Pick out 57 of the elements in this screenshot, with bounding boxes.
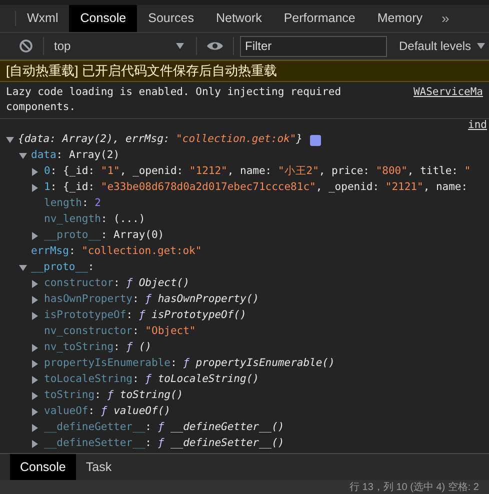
collapsed-triangle-icon[interactable]: [32, 312, 38, 320]
warning-message: [自动热重载] 已开启代码文件保存后自动热重载: [0, 60, 489, 82]
clear-console-icon[interactable]: [19, 39, 33, 53]
dropdown-arrow-icon: [477, 43, 486, 49]
console-tree-line: __defineGetter__: ƒ __defineGetter__(): [44, 420, 284, 436]
console-tree-line: valueOf: ƒ valueOf(): [44, 404, 170, 420]
expanded-triangle-icon[interactable]: [19, 153, 27, 159]
console-tree-line: nv_constructor: "Object": [44, 324, 196, 340]
console-tree-line: length: 2: [44, 196, 101, 212]
dropdown-arrow-icon: [176, 43, 184, 49]
console-tree-line: __proto__:: [31, 260, 94, 276]
devtools-tab[interactable]: Network: [204, 5, 273, 32]
console-tree-line: {data: Array(2), errMsg: "collection.get:ok"}: [18, 132, 302, 148]
console-tree-line: data: Array(2): [31, 148, 120, 164]
collapsed-triangle-icon[interactable]: [32, 424, 38, 432]
devtools-tab[interactable]: Memory: [366, 5, 434, 32]
console-message: Lazy code loading is enabled. Only injecting required components.: [6, 85, 342, 115]
drawer-tab[interactable]: Task: [76, 454, 122, 480]
collapsed-triangle-icon[interactable]: [32, 376, 38, 384]
console-tree-line: nv_toString: ƒ (): [44, 340, 152, 356]
console-tree-line: constructor: ƒ Object(): [44, 276, 190, 292]
console-tree-line: 0: {_id: "1", _openid: "1212", name: "小王2", price: "800", title: ": [44, 164, 471, 180]
log-levels-dropdown[interactable]: Default levels: [399, 37, 486, 55]
devtools-tab[interactable]: Sources: [137, 5, 205, 32]
console-tree-line: errMsg: "collection.get:ok": [31, 244, 202, 260]
console-tree-line: __defineSetter__: ƒ __defineSetter__(): [44, 436, 284, 452]
expanded-triangle-icon[interactable]: [6, 137, 14, 143]
devtools-tab[interactable]: Wxml: [16, 5, 70, 32]
collapsed-triangle-icon[interactable]: [32, 232, 38, 240]
collapsed-triangle-icon[interactable]: [32, 360, 38, 368]
filter-field[interactable]: Filter: [240, 36, 387, 56]
source-link[interactable]: ind: [468, 119, 489, 132]
status-text: 行 13，列 10 (选中 4) 空格: 2: [350, 480, 479, 494]
context-dropdown[interactable]: top: [50, 37, 190, 55]
more-tabs-button[interactable]: »: [434, 5, 458, 32]
collapsed-triangle-icon[interactable]: [32, 408, 38, 416]
collapsed-triangle-icon[interactable]: [32, 280, 38, 288]
eye-icon[interactable]: [207, 41, 223, 51]
collapsed-triangle-icon[interactable]: [32, 392, 38, 400]
console-tree-line: nv_length: (...): [44, 212, 146, 228]
drawer-tab[interactable]: Console: [10, 454, 76, 480]
collapsed-triangle-icon[interactable]: [32, 296, 38, 304]
console-tree-line: isPrototypeOf: ƒ isPrototypeOf(): [44, 308, 246, 324]
console-tree-line: hasOwnProperty: ƒ hasOwnProperty(): [44, 292, 259, 308]
console-tree-line: __proto__: Array(0): [44, 228, 164, 244]
source-link[interactable]: WAServiceMa: [413, 85, 483, 115]
console-tree-line: toString: ƒ toString(): [44, 388, 184, 404]
collapsed-triangle-icon[interactable]: [32, 440, 38, 448]
collapsed-triangle-icon[interactable]: [32, 344, 38, 352]
devtools-tab[interactable]: Performance: [272, 5, 366, 32]
devtools-tab[interactable]: Console: [69, 5, 138, 32]
console-tree-line: propertyIsEnumerable: ƒ propertyIsEnumerable(): [44, 356, 335, 372]
collapsed-triangle-icon[interactable]: [32, 168, 38, 176]
collapsed-triangle-icon[interactable]: [32, 184, 38, 192]
expanded-triangle-icon[interactable]: [19, 265, 27, 271]
console-tree-line: toLocaleString: ƒ toLocaleString(): [44, 372, 259, 388]
console-tree-line: 1: {_id: "e33be08d678d0a2d017ebec71ccce81c", _openid: "2121", name:: [44, 180, 468, 196]
